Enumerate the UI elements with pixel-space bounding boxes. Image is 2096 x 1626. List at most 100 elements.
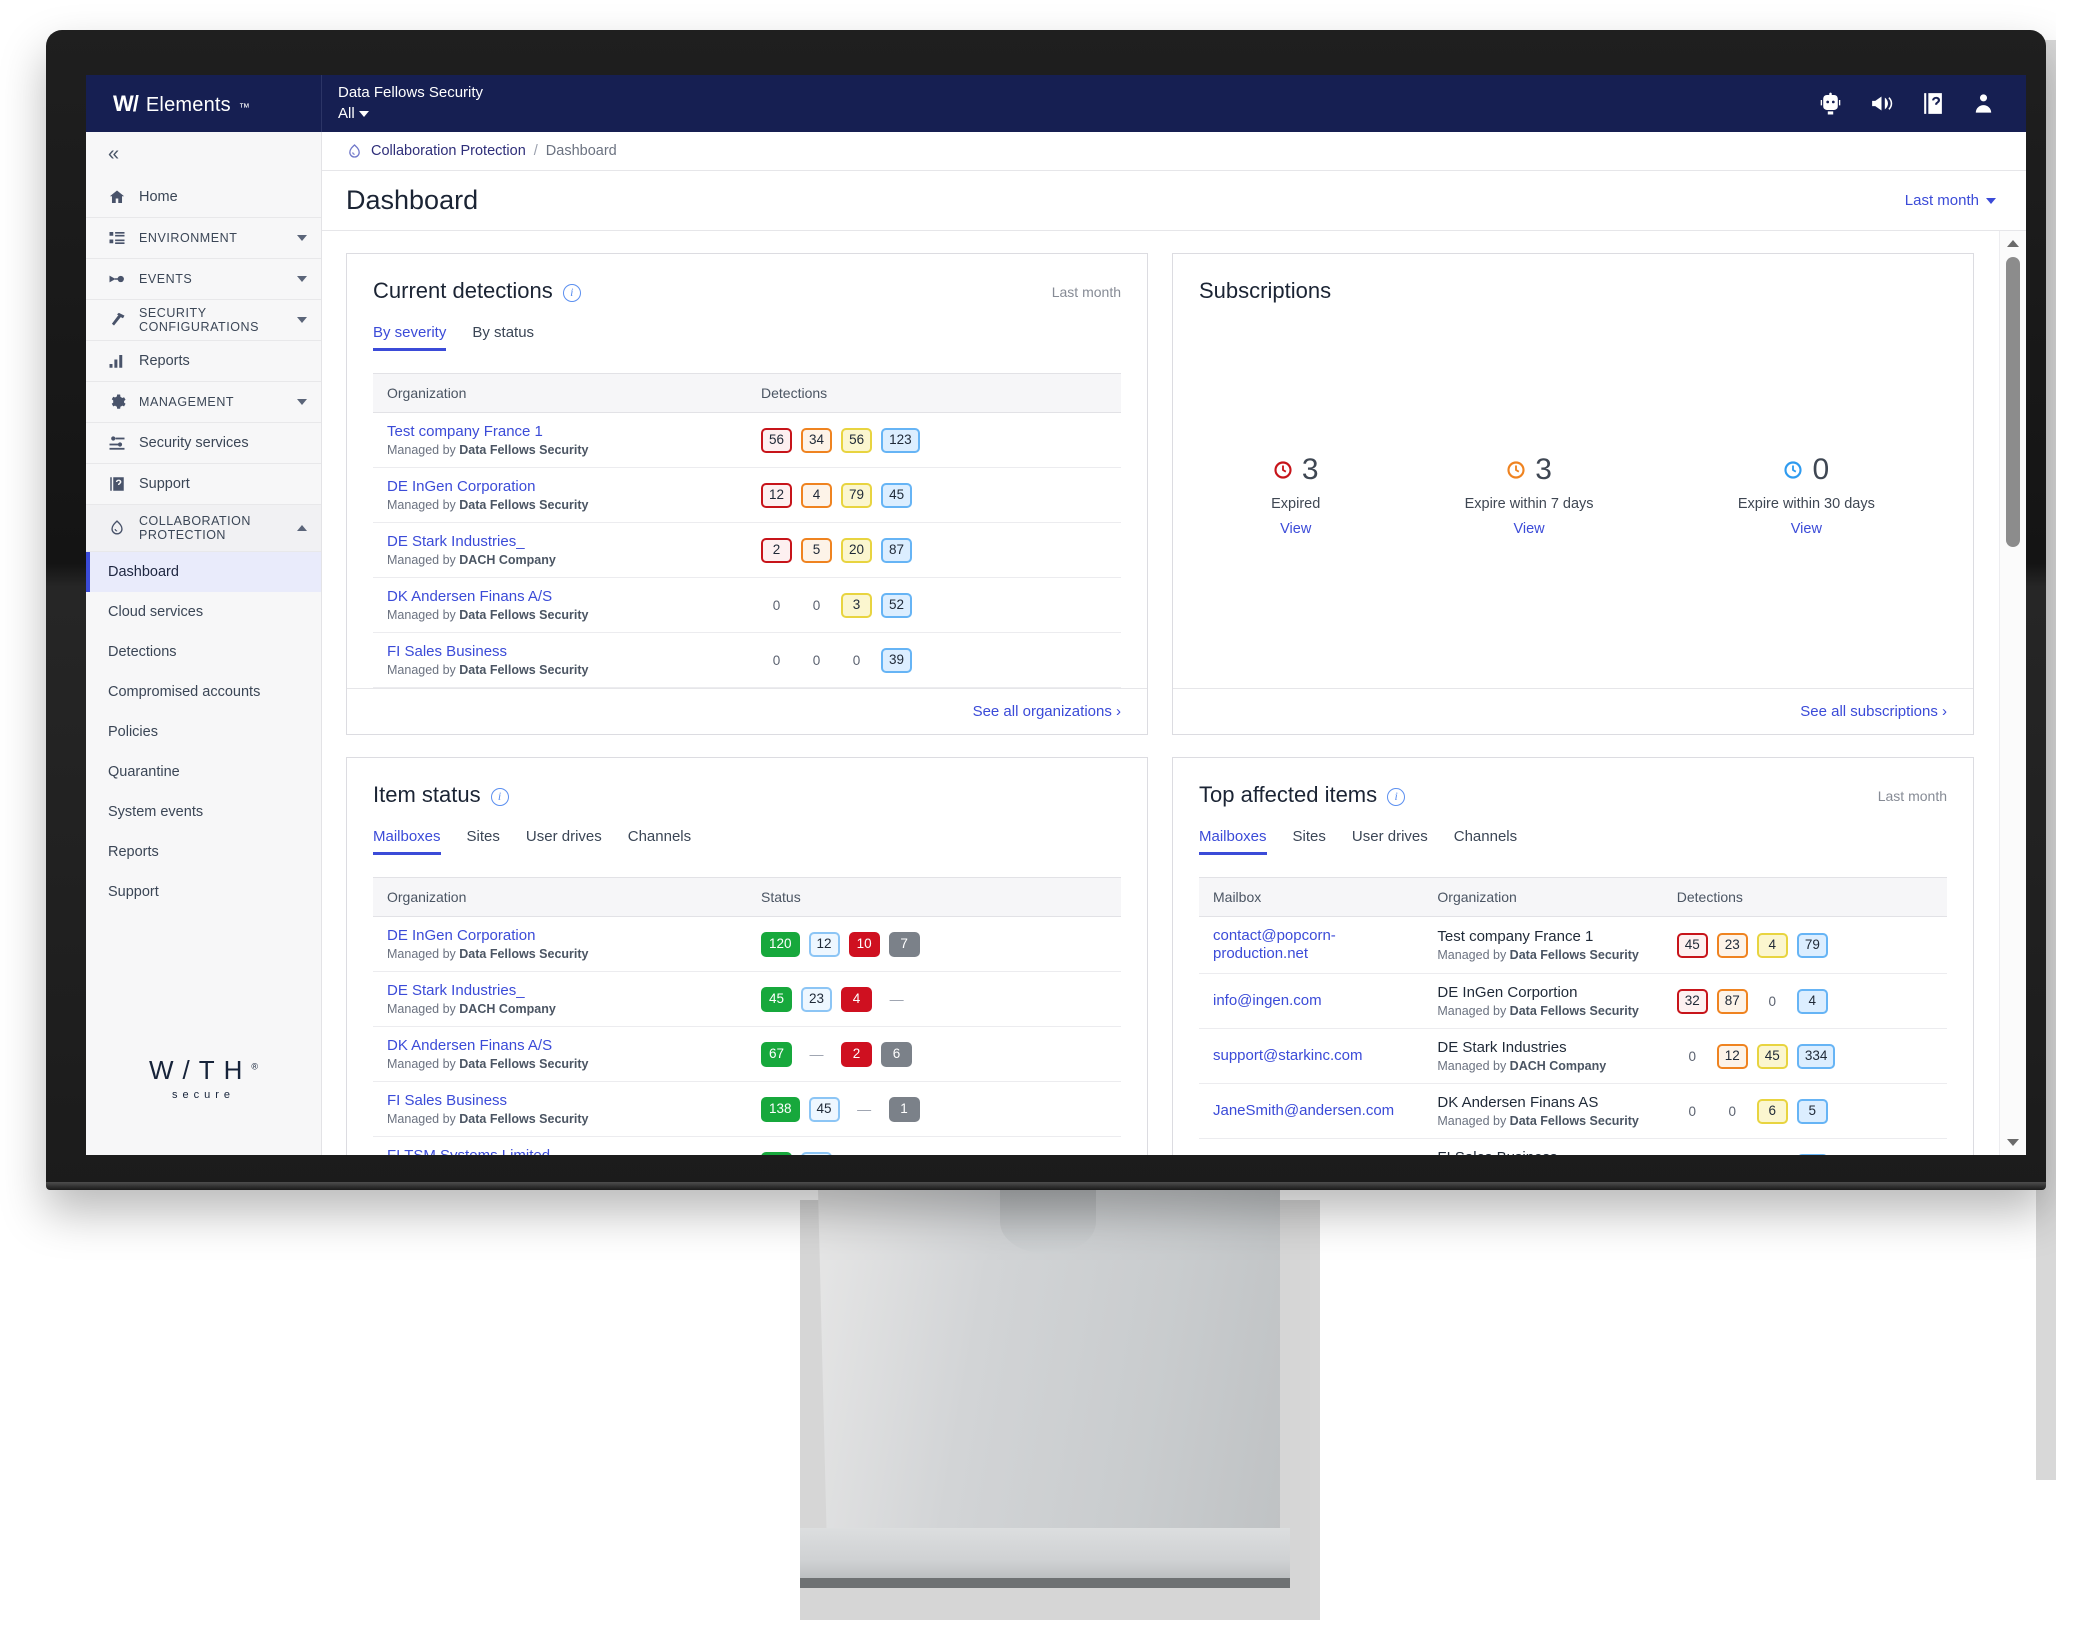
sidebar-item-dashboard[interactable]: Dashboard xyxy=(86,552,321,592)
tab-by-severity[interactable]: By severity xyxy=(373,324,447,351)
sidebar-section-collaboration-protection[interactable]: COLLABORATION PROTECTION xyxy=(86,504,321,551)
tab-channels[interactable]: Channels xyxy=(628,828,691,855)
support-icon xyxy=(108,475,126,493)
sidebar-item-cp-support[interactable]: Support xyxy=(86,872,321,912)
info-icon[interactable]: i xyxy=(490,788,509,806)
sidebar-item-security-configurations[interactable]: SECURITY CONFIGURATIONS xyxy=(86,299,321,340)
mailbox-link[interactable]: support@starkinc.com xyxy=(1213,1047,1362,1064)
sidebar-item-environment[interactable]: ENVIRONMENT xyxy=(86,217,321,258)
subscription-expire-30-view-link[interactable]: View xyxy=(1738,521,1875,537)
sidebar-item-security-services[interactable]: Security services xyxy=(86,422,321,463)
dashboard-grid: Current detections i Last month By sever… xyxy=(322,231,1998,1155)
topbar-icon-group xyxy=(1818,75,2026,132)
organization-link[interactable]: DE Stark Industries_ xyxy=(387,982,733,999)
managed-by-prefix: Managed by xyxy=(387,608,460,622)
column-header-detections: Detections xyxy=(747,373,1121,413)
current-detections-table: Organization Detections Test company Fra… xyxy=(373,373,1121,688)
tab-user-drives[interactable]: User drives xyxy=(1352,828,1428,855)
managed-by-prefix: Managed by xyxy=(1437,1114,1510,1128)
tab-sites[interactable]: Sites xyxy=(467,828,500,855)
scroll-down-arrow-icon[interactable] xyxy=(2007,1139,2019,1146)
table-row: DE Stark Industries_ Managed by DACH Com… xyxy=(373,971,1121,1027)
badge-zero: 0 xyxy=(1688,1103,1696,1119)
organization-link[interactable]: DE InGen Corporation xyxy=(387,927,733,944)
organization-link[interactable]: DK Andersen Finans A/S xyxy=(387,1037,733,1054)
subscription-expired-view-link[interactable]: View xyxy=(1271,521,1320,537)
subscriptions-stats-row: 3 Expired View 3 Expire within 7 days Vi… xyxy=(1199,455,1947,538)
image-right-crop xyxy=(2056,0,2096,1626)
mailbox-link[interactable]: info@ingen.com xyxy=(1213,992,1322,1009)
scrollbar-thumb[interactable] xyxy=(2006,257,2020,547)
period-picker[interactable]: Last month xyxy=(1905,192,1996,209)
bar-chart-icon xyxy=(108,352,126,370)
withsecure-logo-top: W/TH xyxy=(148,1055,252,1085)
cell-organization: DE Stark Industries_ Managed by DACH Com… xyxy=(373,971,747,1027)
card-top-affected-items: Top affected items i Last month Mailboxe… xyxy=(1172,757,1974,1155)
tab-channels[interactable]: Channels xyxy=(1454,828,1517,855)
sidebar-item-detections[interactable]: Detections xyxy=(86,632,321,672)
brand-logo-area[interactable]: W/ Elements ™ xyxy=(86,75,322,132)
table-row: DE Stark Industries_ Managed by DACH Com… xyxy=(373,522,1121,578)
sidebar-item-compromised-accounts[interactable]: Compromised accounts xyxy=(86,672,321,712)
scroll-up-arrow-icon[interactable] xyxy=(2007,240,2019,247)
organization-scope[interactable]: All xyxy=(338,105,483,122)
tab-mailboxes[interactable]: Mailboxes xyxy=(1199,828,1267,855)
organization-link[interactable]: DE InGen Corporation xyxy=(387,478,733,495)
badge-scanned: 23 xyxy=(801,986,833,1012)
tab-by-status[interactable]: By status xyxy=(472,324,534,351)
organization-link[interactable]: DE Stark Industries_ xyxy=(387,533,733,550)
cell-organization: FI Sales Business Managed by Data Fellow… xyxy=(1423,1138,1663,1155)
badge-medium: 45 xyxy=(1756,1043,1788,1069)
monitor-stand-foot xyxy=(800,1528,1290,1588)
managed-by-name: DACH Company xyxy=(459,553,556,567)
subscription-expire-7-view-link[interactable]: View xyxy=(1465,521,1594,537)
sidebar-item-policies[interactable]: Policies xyxy=(86,712,321,752)
organization-link[interactable]: FI Sales Business xyxy=(387,1092,733,1109)
badge-group: 138 45 — 1 xyxy=(761,1096,1107,1122)
see-all-organizations-link[interactable]: See all organizations › xyxy=(973,703,1121,720)
sidebar-item-cloud-services[interactable]: Cloud services xyxy=(86,592,321,632)
sidebar-item-events-label: EVENTS xyxy=(139,272,193,286)
sidebar-item-cp-reports[interactable]: Reports xyxy=(86,832,321,872)
badge-low: 123 xyxy=(881,427,920,453)
card-current-detections-body: Current detections i Last month By sever… xyxy=(347,254,1147,688)
tab-sites[interactable]: Sites xyxy=(1293,828,1326,855)
robot-assistant-icon[interactable] xyxy=(1818,91,1843,116)
page-title: Dashboard xyxy=(346,185,479,215)
sidebar-item-system-events[interactable]: System events xyxy=(86,792,321,832)
mailbox-link[interactable]: JaneSmith@andersen.com xyxy=(1213,1102,1394,1119)
sidebar-item-home[interactable]: Home xyxy=(86,176,321,217)
sidebar-item-reports[interactable]: Reports xyxy=(86,340,321,381)
organization-link[interactable]: FI Sales Business xyxy=(387,643,733,660)
organization-selector[interactable]: Data Fellows Security All xyxy=(322,75,483,132)
cell-detections: 0 0 0 2 xyxy=(1662,1138,1947,1155)
sidebar-item-quarantine[interactable]: Quarantine xyxy=(86,752,321,792)
mailbox-link[interactable]: contact@popcorn-production.net xyxy=(1213,927,1336,962)
badge-zero: 0 xyxy=(1688,1048,1696,1064)
organization-link[interactable]: FI TSM Systems Limited xyxy=(387,1147,733,1155)
vertical-scrollbar[interactable] xyxy=(1999,231,2026,1155)
breadcrumb-root-link[interactable]: Collaboration Protection xyxy=(371,143,526,159)
sidebar-item-dashboard-label: Dashboard xyxy=(108,564,179,580)
table-header-row: Organization Status xyxy=(373,877,1121,917)
sidebar-item-management[interactable]: MANAGEMENT xyxy=(86,381,321,422)
info-icon[interactable]: i xyxy=(1387,788,1406,806)
subscription-stat-value-row: 3 xyxy=(1465,455,1594,485)
cell-mailbox: info@ingen.com xyxy=(1199,973,1424,1029)
organization-link[interactable]: DK Andersen Finans A/S xyxy=(387,588,733,605)
tab-user-drives[interactable]: User drives xyxy=(526,828,602,855)
sidebar-item-support[interactable]: Support xyxy=(86,463,321,504)
column-header-mailbox: Mailbox xyxy=(1199,877,1424,917)
info-icon[interactable]: i xyxy=(562,284,581,302)
collapse-sidebar-icon[interactable]: « xyxy=(108,144,119,164)
help-support-icon[interactable] xyxy=(1920,91,1945,116)
organization-link[interactable]: Test company France 1 xyxy=(387,423,733,440)
card-item-status-body: Item status i Mailboxes Sites User drive… xyxy=(347,758,1147,1155)
megaphone-announcements-icon[interactable] xyxy=(1869,91,1894,116)
sidebar-item-events[interactable]: EVENTS xyxy=(86,258,321,299)
badge-low: 39 xyxy=(881,647,913,673)
see-all-subscriptions-link[interactable]: See all subscriptions › xyxy=(1800,703,1947,720)
user-account-icon[interactable] xyxy=(1971,91,1996,116)
tab-mailboxes[interactable]: Mailboxes xyxy=(373,828,441,855)
managed-by-prefix: Managed by xyxy=(1437,1004,1510,1018)
